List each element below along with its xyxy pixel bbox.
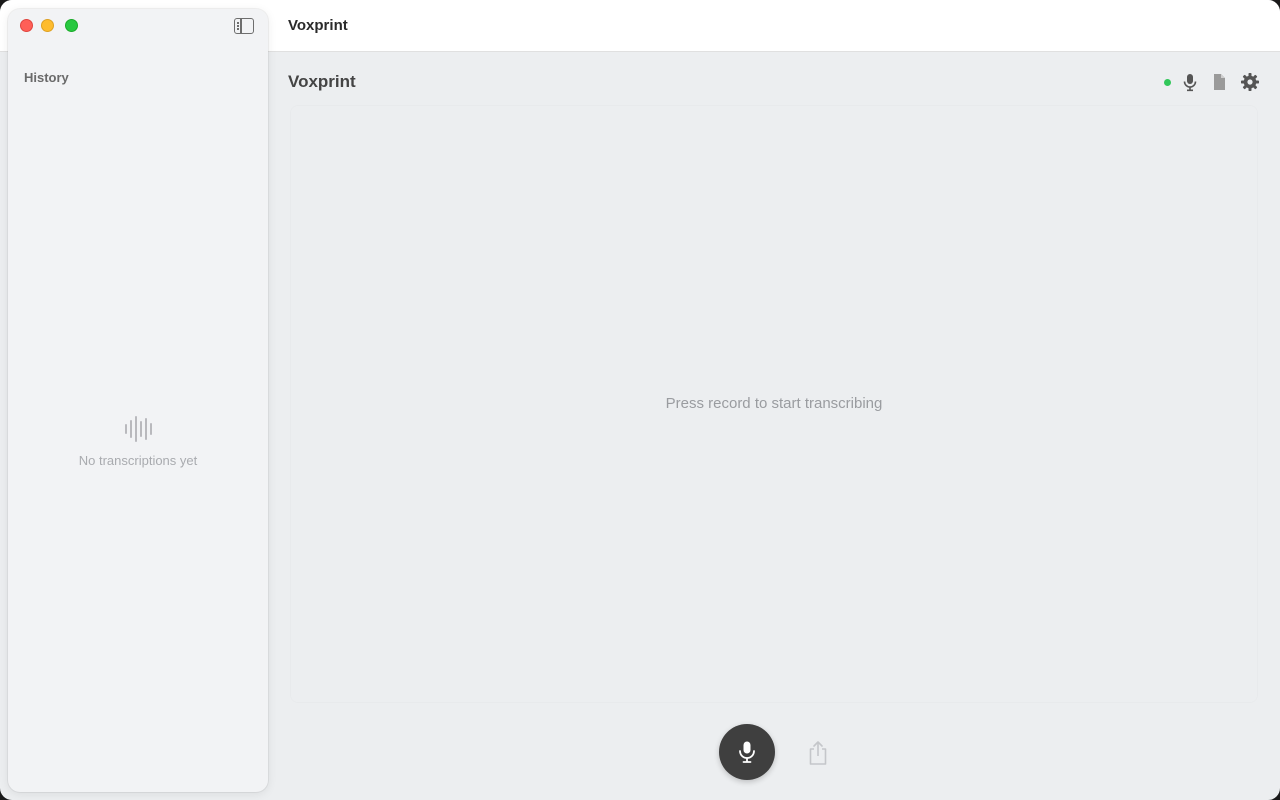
transcript-panel: Press record to start transcribing	[290, 105, 1258, 703]
app-window: Voxprint History No transcriptions yet V…	[0, 0, 1280, 800]
main-title: Voxprint	[288, 72, 356, 91]
transcript-placeholder: Press record to start transcribing	[665, 395, 883, 412]
zoom-window-button[interactable]	[65, 19, 78, 32]
microphone-icon	[739, 741, 755, 763]
empty-history-message: No transcriptions yet	[78, 453, 198, 468]
document-icon[interactable]	[1209, 72, 1229, 92]
gear-icon[interactable]	[1240, 72, 1260, 92]
close-window-button[interactable]	[20, 19, 33, 32]
share-button[interactable]	[806, 740, 830, 766]
microphone-icon[interactable]	[1180, 72, 1200, 92]
history-empty-state: No transcriptions yet	[8, 414, 268, 468]
waveform-icon	[124, 414, 152, 444]
record-button[interactable]	[719, 724, 775, 780]
history-heading: History	[24, 70, 69, 85]
history-sidebar: History No transcriptions yet	[8, 9, 268, 792]
sidebar-toggle-icon[interactable]	[234, 18, 254, 34]
status-indicator	[1164, 79, 1171, 86]
window-title: Voxprint	[288, 17, 348, 34]
share-icon	[809, 741, 827, 765]
minimize-window-button[interactable]	[41, 19, 54, 32]
